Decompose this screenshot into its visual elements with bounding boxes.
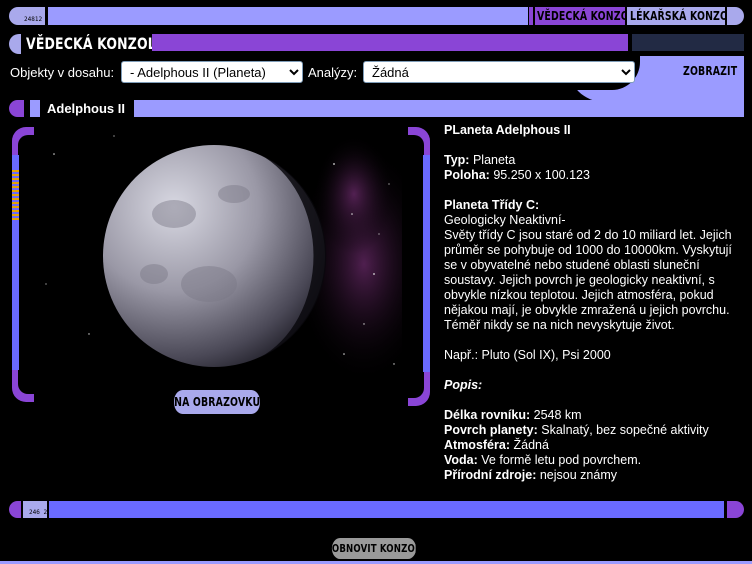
nebula-glow <box>314 134 394 254</box>
water-label: Voda: <box>444 453 478 467</box>
objects-select[interactable]: - Adelphous II (Planeta) <box>121 61 303 83</box>
position-value: 95.250 x 100.123 <box>493 168 590 182</box>
viewer-frame-left-top-inner <box>18 135 34 159</box>
bottom-bar-code: 246 2 <box>29 509 48 516</box>
title-bar-cap <box>9 34 21 54</box>
viewer-frame-left-bottom-inner <box>18 370 34 394</box>
surface-label: Povrch planety: <box>444 423 538 437</box>
bottom-bar <box>49 501 724 518</box>
viewer-frame-right-bar <box>423 155 430 385</box>
class-sub: Geologicky Neaktivní- <box>444 213 566 227</box>
object-title: Adelphous II <box>47 101 125 116</box>
analysis-select[interactable]: Žádná <box>363 61 635 83</box>
info-panel: PLaneta Adelphous II Typ: Planeta Poloha… <box>444 123 744 483</box>
top-bar-end-cap <box>727 7 744 25</box>
bottom-bar-cap <box>9 501 21 518</box>
surface-row: Povrch planety: Skalnatý, bez sopečné ak… <box>444 423 744 438</box>
objects-label: Objekty v dosahu: <box>10 65 115 80</box>
bottom-bar-end-cap <box>727 501 744 518</box>
object-bar-cap <box>9 100 24 117</box>
atmosphere-row: Atmosféra: Žádná <box>444 438 744 453</box>
viewer-frame-right-top-inner <box>408 135 424 159</box>
top-bar-cap <box>9 7 21 25</box>
top-bar-code: 24812 <box>24 16 43 23</box>
top-bar <box>48 7 528 25</box>
title-bar-right <box>632 34 744 51</box>
water-value: Ve formě letu pod povrchem. <box>481 453 642 467</box>
viewer-frame-left-accent <box>12 170 19 220</box>
analysis-label: Analýzy: <box>308 65 358 80</box>
equator-label: Délka rovníku: <box>444 408 531 422</box>
class-description: Světy třídy C jsou staré od 2 do 10 mili… <box>444 228 732 332</box>
equator-value: 2548 km <box>533 408 582 422</box>
object-bar <box>30 100 744 117</box>
type-row: Typ: Planeta <box>444 153 744 168</box>
position-row: Poloha: 95.250 x 100.123 <box>444 168 744 183</box>
planet-image <box>45 134 402 384</box>
screen-button[interactable]: NA OBRAZOVKU <box>174 390 260 414</box>
atmosphere-label: Atmosféra: <box>444 438 510 452</box>
atmosphere-value: Žádná <box>513 438 549 452</box>
title-bar <box>152 34 628 51</box>
examples: Např.: Pluto (Sol IX), Psi 2000 <box>444 348 611 362</box>
type-label: Typ: <box>444 153 470 167</box>
resources-row: Přírodní zdroje: nejsou známy <box>444 468 744 483</box>
top-bar-sep <box>529 7 533 25</box>
water-row: Voda: Ve formě letu pod povrchem. <box>444 453 744 468</box>
description-label: Popis: <box>444 378 483 392</box>
resources-value: nejsou známy <box>539 468 617 482</box>
surface-value: Skalnatý, bez sopečné aktivity <box>541 423 709 437</box>
planet-viewer <box>34 124 402 384</box>
reset-console-button[interactable]: OBNOVIT KONZOLI <box>331 538 424 559</box>
tab-medical[interactable]: LÉKAŘSKÁ KONZOLE <box>630 9 741 23</box>
equator-row: Délka rovníku: 2548 km <box>444 408 744 423</box>
viewer-frame-right-bottom-inner <box>408 372 424 398</box>
display-button[interactable]: ZOBRAZIT <box>683 64 737 78</box>
info-heading: PLaneta Adelphous II <box>444 123 571 137</box>
console-title: VĚDECKÁ KONZOLE <box>26 34 165 53</box>
resources-label: Přírodní zdroje: <box>444 468 537 482</box>
class-heading: Planeta Třídy C: <box>444 198 540 212</box>
position-label: Poloha: <box>444 168 490 182</box>
type-value: Planeta <box>472 153 516 167</box>
tab-science[interactable]: VĚDECKÁ KONZOLE <box>537 9 641 23</box>
